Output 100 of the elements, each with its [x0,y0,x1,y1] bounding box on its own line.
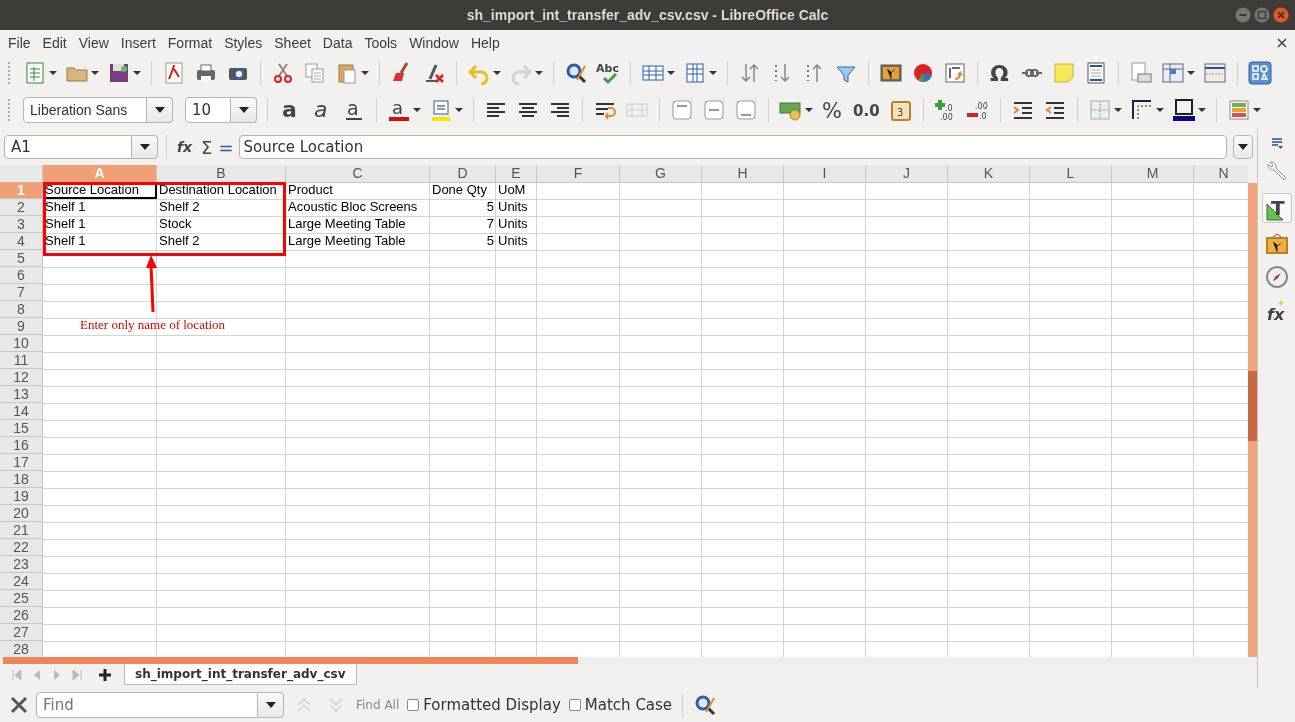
row-header[interactable]: 17 [0,454,43,471]
calendar-icon[interactable]: 3 [889,98,913,122]
bold-icon[interactable]: a [278,98,302,122]
sidebar-menu-icon[interactable] [1270,137,1283,149]
conditional-format-icon[interactable] [1227,98,1251,122]
menu-item[interactable]: View [72,34,115,51]
row-header[interactable]: 18 [0,471,43,488]
horizontal-scrollbar[interactable] [3,657,578,664]
caret-icon[interactable] [1253,107,1261,113]
row-header[interactable]: 21 [0,522,43,539]
row-header[interactable]: 6 [0,267,43,284]
compass-icon[interactable] [1264,265,1289,289]
row-header[interactable]: 2 [0,199,43,216]
find-field[interactable]: Find [36,692,258,718]
dropdown-button[interactable] [132,135,158,159]
column-header[interactable]: M [1112,165,1194,183]
row-header[interactable]: 26 [0,607,43,624]
row-header[interactable]: 28 [0,641,43,657]
center-vertically-icon[interactable] [702,98,726,122]
row-header[interactable]: 24 [0,573,43,590]
caret-icon[interactable] [413,107,421,113]
scissors-icon[interactable] [271,61,295,85]
row-header[interactable]: 8 [0,301,43,318]
font-name-field[interactable]: Liberation Sans [23,97,147,123]
properties-icon[interactable]: T [1261,193,1292,223]
column-header[interactable]: E [496,165,537,183]
find-all-button[interactable]: Find All [356,698,400,712]
caret-icon[interactable] [133,70,141,76]
table-columns-icon[interactable] [683,61,707,85]
caret-icon[interactable] [91,70,99,76]
caret-icon[interactable] [535,70,543,76]
menu-item[interactable]: Tools [358,34,404,51]
menu-item[interactable]: Format [161,34,219,51]
find-replace-icon[interactable] [564,61,588,85]
caret-icon[interactable] [49,70,57,76]
column-header[interactable]: D [430,165,496,183]
row-header[interactable]: 22 [0,539,43,556]
caret-icon[interactable] [1156,107,1164,113]
minimize-icon[interactable] [1235,7,1251,23]
pivot-table-icon[interactable] [943,61,967,85]
row-header[interactable]: 12 [0,369,43,386]
caret-icon[interactable] [805,107,813,113]
caret-icon[interactable] [361,70,369,76]
row-header[interactable]: 11 [0,352,43,369]
row-header[interactable]: 13 [0,386,43,403]
caret-icon[interactable] [1198,107,1206,113]
checkbox[interactable] [568,699,581,711]
column-header[interactable]: I [784,165,866,183]
split-window-icon[interactable] [1203,61,1227,85]
caret-icon[interactable] [709,70,717,76]
special-character-icon[interactable]: Ω [988,61,1012,85]
menu-item[interactable]: Styles [218,34,269,51]
save-icon[interactable] [107,61,131,85]
close-icon[interactable] [1277,37,1287,48]
freeze-panes-icon[interactable] [1161,61,1185,85]
column-header[interactable]: C [286,165,430,183]
row-header[interactable]: 15 [0,420,43,437]
caret-icon[interactable] [493,70,501,76]
row-header[interactable]: 7 [0,284,43,301]
dropdown-button[interactable] [258,692,284,718]
row-header[interactable]: 27 [0,624,43,641]
menu-item[interactable]: Edit [36,34,73,51]
header-footer-icon[interactable] [1084,61,1108,85]
menu-item[interactable]: File [2,34,37,51]
column-header[interactable]: L [1030,165,1112,183]
image-icon[interactable] [879,61,903,85]
checkbox[interactable] [407,699,420,711]
menu-item[interactable]: Insert [114,34,162,51]
caret-icon[interactable] [1114,107,1122,113]
sidebar-icon[interactable] [1248,61,1272,85]
caret-icon[interactable] [1187,70,1195,76]
row-header[interactable]: 16 [0,437,43,454]
column-header[interactable]: H [702,165,784,183]
dropdown-button[interactable] [231,97,257,123]
align-bottom-icon[interactable] [734,98,758,122]
gallery-icon[interactable] [1264,233,1289,255]
italic-icon[interactable]: a [310,98,334,122]
formula-button[interactable]: = [218,136,234,158]
decimal-icon[interactable]: 0.0 [853,98,881,122]
align-top-icon[interactable] [670,98,694,122]
row-header[interactable]: 25 [0,590,43,607]
border-color-icon[interactable] [1172,98,1196,122]
expand-button[interactable] [1233,135,1253,159]
name-box-field[interactable]: A1 [4,135,132,159]
sheet-tab[interactable]: sh_import_int_transfer_adv_csv [124,664,357,685]
border-style-icon[interactable] [1130,98,1154,122]
font-size-field[interactable]: 10 [185,97,231,123]
menu-item[interactable]: Help [464,34,506,51]
row-header[interactable]: 23 [0,556,43,573]
vertical-scrollbar[interactable] [1248,183,1257,657]
row-header[interactable]: 4 [0,233,43,250]
add-sheet-icon[interactable] [98,668,112,682]
row-header[interactable]: 5 [0,250,43,267]
column-header[interactable]: K [948,165,1030,183]
pdf-icon[interactable] [162,61,186,85]
sum-button[interactable]: Σ [201,136,213,158]
column-header[interactable]: G [620,165,702,183]
maximize-icon[interactable] [1254,7,1270,23]
row-header[interactable]: 14 [0,403,43,420]
find-replace-icon[interactable] [693,693,718,717]
